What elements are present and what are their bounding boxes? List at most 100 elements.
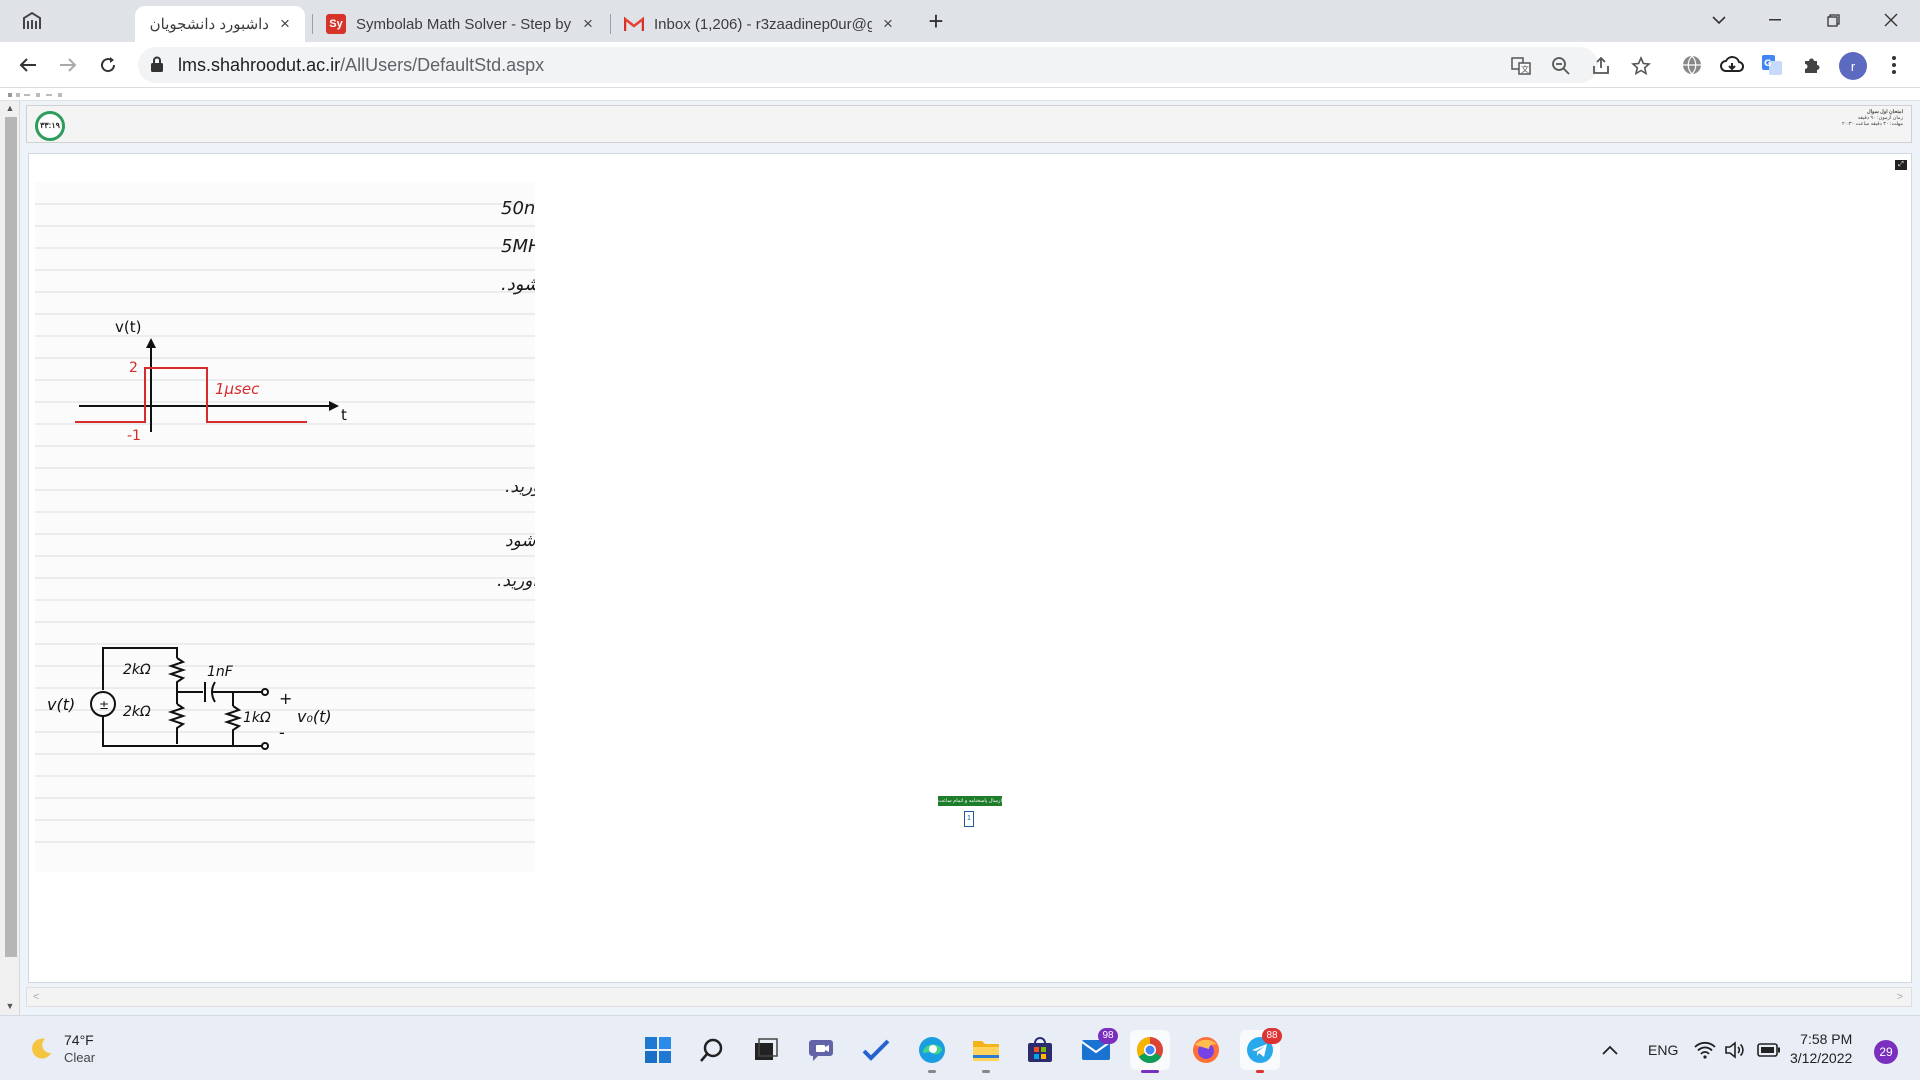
start-button[interactable] — [638, 1030, 678, 1070]
teams-chat-icon — [809, 1040, 833, 1061]
question-image: سوال ۱) پالسی بصورت زیر با زمانهای صعود … — [35, 182, 535, 872]
share-icon[interactable] — [1590, 55, 1612, 77]
running-indicator — [1256, 1070, 1264, 1073]
tab-title: Symbolab Math Solver - Step by — [356, 15, 572, 33]
forward-arrow-icon[interactable] — [54, 51, 82, 79]
todo-button[interactable] — [856, 1030, 896, 1070]
task-view-button[interactable] — [746, 1030, 786, 1070]
store-button[interactable] — [1020, 1030, 1060, 1070]
svg-text:文: 文 — [1521, 64, 1529, 74]
fullscreen-icon[interactable]: ⤢ — [1895, 160, 1907, 170]
graph-width-label: 1μsec — [215, 380, 260, 398]
edge-icon — [919, 1037, 945, 1063]
tab-title: داشبورد دانشجویان — [149, 16, 269, 33]
question-line-1: سوال ۱) پالسی بصورت زیر با زمانهای صعود … — [501, 198, 535, 219]
wifi-icon[interactable] — [1692, 1030, 1718, 1070]
close-window-icon[interactable] — [1876, 6, 1906, 34]
search-icon — [700, 1038, 723, 1062]
url-text: lms.shahroodut.ac.ir/AllUsers/DefaultStd… — [178, 55, 545, 75]
firefox-button[interactable] — [1186, 1030, 1226, 1070]
tab-dashboard[interactable]: داشبورد دانشجویان × — [135, 6, 305, 42]
zoom-icon[interactable] — [1550, 55, 1572, 77]
task-view-icon — [755, 1038, 778, 1060]
circuit-source-label: v(t) — [47, 695, 75, 714]
store-icon — [1028, 1037, 1052, 1062]
tab-divider — [610, 14, 611, 34]
tab-divider — [312, 14, 313, 34]
browser-toolbar: lms.shahroodut.ac.ir/AllUsers/DefaultStd… — [0, 42, 1920, 88]
battery-icon[interactable] — [1754, 1030, 1784, 1070]
system-clock[interactable]: 7:58 PM 3/12/2022 — [1790, 1030, 1852, 1068]
folder-icon — [973, 1041, 999, 1061]
circuit-c-label: 1nF — [207, 664, 234, 680]
teams-chat-button[interactable] — [802, 1030, 842, 1070]
circuit-source-sign: ± — [99, 698, 109, 712]
page-number-button[interactable]: 1 — [964, 811, 974, 827]
firefox-icon — [1193, 1037, 1219, 1063]
weather-widget[interactable]: 74°F Clear — [28, 1032, 95, 1065]
bookmark-star-icon[interactable] — [1630, 55, 1652, 77]
tray-overflow-chevron-icon[interactable] — [1598, 1030, 1622, 1070]
windows-icon — [645, 1037, 671, 1063]
new-tab-button[interactable]: + — [922, 8, 950, 36]
scroll-down-icon[interactable]: ▼ — [4, 1001, 16, 1011]
circuit-r3-label: 1kΩ — [243, 710, 271, 726]
lock-icon[interactable] — [150, 56, 164, 78]
extensions-puzzle-icon[interactable] — [1798, 51, 1826, 79]
minimize-icon[interactable] — [1760, 6, 1790, 34]
menu-dots-icon[interactable] — [1880, 51, 1908, 79]
page-mini-toolbar — [0, 89, 1920, 101]
telegram-badge: 88 — [1262, 1028, 1282, 1044]
address-bar[interactable]: lms.shahroodut.ac.ir/AllUsers/DefaultStd… — [138, 47, 1651, 83]
vertical-scrollbar[interactable]: ▲ ▼ — [0, 101, 20, 1015]
graph-low-label: -1 — [127, 428, 141, 444]
scroll-up-icon[interactable]: ▲ — [4, 103, 16, 113]
question-part-a: الف) زمانهای صعود و نزول خروجی و درصد کج… — [505, 476, 535, 497]
running-indicator — [928, 1070, 936, 1073]
close-tab-icon[interactable]: × — [277, 15, 293, 32]
graph-ylabel: v(t) — [115, 318, 141, 336]
vpn-globe-icon[interactable] — [1678, 51, 1706, 79]
edge-button[interactable] — [912, 1030, 952, 1073]
google-translate-extension-icon[interactable]: G — [1758, 51, 1786, 79]
mail-button[interactable]: 98 — [1076, 1028, 1118, 1070]
close-tab-icon[interactable]: × — [580, 15, 596, 32]
gmail-icon — [624, 16, 644, 31]
volume-icon[interactable] — [1722, 1030, 1748, 1070]
graph-xlabel: t — [341, 406, 347, 424]
weather-temp: 74°F — [64, 1032, 94, 1048]
close-tab-icon[interactable]: × — [880, 15, 896, 32]
notification-badge[interactable]: 29 — [1874, 1040, 1898, 1064]
cloud-download-icon[interactable] — [1718, 51, 1746, 79]
tab-gmail[interactable]: Inbox (1,206) - r3zaadinep0ur@g × — [612, 6, 908, 42]
clock-time: 7:58 PM — [1800, 1031, 1853, 1047]
reload-icon[interactable] — [94, 51, 122, 79]
scroll-right-icon[interactable]: > — [1897, 991, 1903, 1003]
svg-text:G: G — [1764, 59, 1771, 69]
search-button[interactable] — [692, 1030, 732, 1070]
circuit-r1-label: 2kΩ — [123, 662, 151, 678]
tab-title: Inbox (1,206) - r3zaadinep0ur@g — [654, 15, 872, 33]
language-indicator[interactable]: ENG — [1648, 1042, 1678, 1058]
chrome-button[interactable] — [1130, 1030, 1170, 1073]
symbolab-favicon-icon: Sy — [326, 14, 346, 34]
tab-symbolab[interactable]: Sy Symbolab Math Solver - Step by × — [314, 6, 608, 42]
windows-taskbar: 74°F Clear 98 88 ENG 7:58 PM 3/12/2022 2… — [0, 1015, 1920, 1080]
telegram-button[interactable]: 88 — [1240, 1028, 1282, 1073]
todo-check-icon — [862, 1039, 890, 1061]
scrollbar-thumb[interactable] — [5, 117, 17, 957]
circuit-plus-label: + — [279, 689, 292, 708]
tab-search-icon[interactable] — [18, 8, 46, 34]
horizontal-scrollbar[interactable]: < > — [26, 987, 1912, 1007]
back-arrow-icon[interactable] — [14, 51, 42, 79]
question-line-2: به یک تقویت کننده با فرکانس قطع بالای 5M… — [501, 236, 535, 257]
restore-icon[interactable] — [1818, 6, 1848, 34]
scroll-left-icon[interactable]: < — [33, 991, 39, 1003]
file-explorer-button[interactable] — [966, 1030, 1006, 1073]
tab-strip: داشبورد دانشجویان × Sy Symbolab Math Sol… — [0, 0, 1920, 42]
tab-list-chevron-icon[interactable] — [1704, 6, 1734, 34]
submit-answer-button[interactable]: ارسال پاسخنامه و اتمام ساعت — [938, 796, 1002, 806]
profile-avatar[interactable]: r — [1839, 52, 1867, 80]
question-panel: ⤢ سوال ۱) پالسی بصو — [28, 153, 1912, 983]
translate-icon[interactable]: 文 — [1510, 55, 1532, 77]
